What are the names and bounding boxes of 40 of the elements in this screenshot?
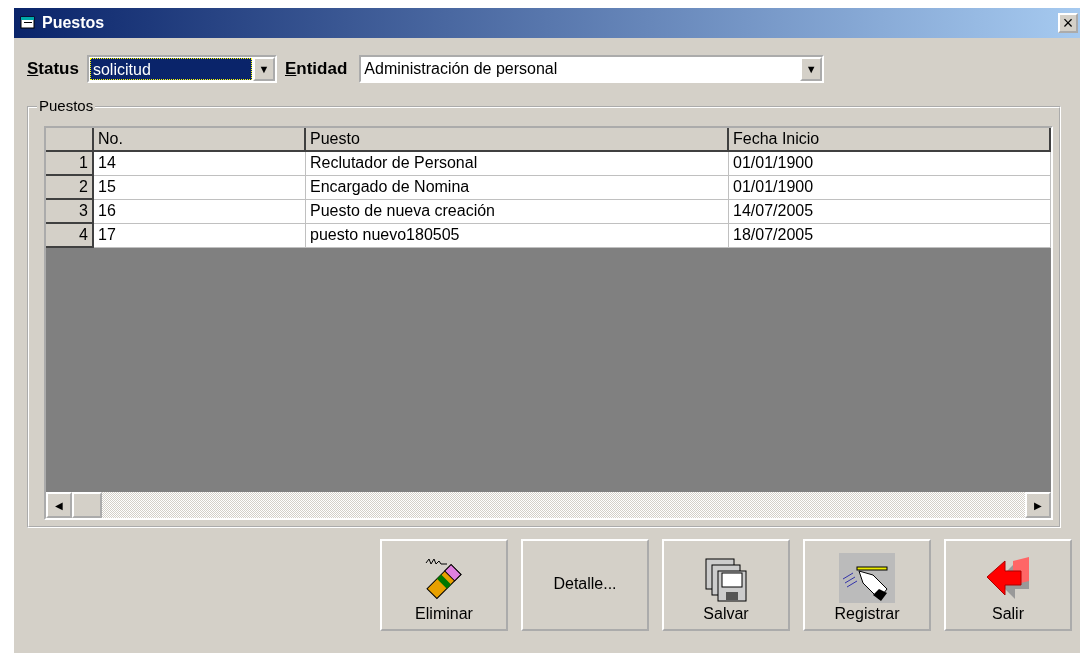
scroll-thumb[interactable] xyxy=(72,492,102,518)
column-header[interactable]: No. xyxy=(94,128,306,152)
table-cell: puesto nuevo180505 xyxy=(306,224,729,248)
horizontal-scrollbar[interactable]: ◀ ▶ xyxy=(46,492,1051,518)
column-header[interactable]: Fecha Inicio xyxy=(729,128,1051,152)
toolbar-button[interactable]: Salir xyxy=(944,539,1072,631)
hand-pen-icon xyxy=(839,553,895,603)
table-cell: Reclutador de Personal xyxy=(306,152,729,176)
row-header[interactable]: 2 xyxy=(46,176,94,200)
table-cell: 14 xyxy=(94,152,306,176)
dropdown-button[interactable]: ▼ xyxy=(800,57,823,81)
window-icon xyxy=(20,16,36,30)
floppy-disks-icon xyxy=(704,557,748,603)
table-cell: 01/01/1900 xyxy=(729,176,1051,200)
scroll-left-button[interactable]: ◀ xyxy=(46,492,72,518)
table-cell: 16 xyxy=(94,200,306,224)
column-header[interactable]: Puesto xyxy=(306,128,729,152)
table-cell: 18/07/2005 xyxy=(729,224,1051,248)
filter-label: Entidad xyxy=(284,59,348,79)
window-title: Puestos xyxy=(42,14,105,32)
row-header[interactable]: 4 xyxy=(46,224,94,248)
table-cell: 01/01/1900 xyxy=(729,152,1051,176)
toolbar-button[interactable]: Detalle... xyxy=(521,539,649,631)
dropdown-field[interactable]: solicitud ▼ xyxy=(86,55,277,83)
toolbar-button[interactable]: Eliminar xyxy=(380,539,508,631)
filter-label: Status xyxy=(27,59,79,79)
table-cell: 17 xyxy=(94,224,306,248)
row-header[interactable]: 1 xyxy=(46,152,94,176)
dropdown-button[interactable]: ▼ xyxy=(252,57,275,81)
table-cell: Encargado de Nomina xyxy=(306,176,729,200)
corner-header xyxy=(46,128,94,152)
table-cell: Puesto de nueva creación xyxy=(306,200,729,224)
dropdown-field[interactable]: Administración de personal ▼ xyxy=(359,55,825,83)
table-cell: 14/07/2005 xyxy=(729,200,1051,224)
scroll-right-button[interactable]: ▶ xyxy=(1025,492,1051,518)
row-header[interactable]: 3 xyxy=(46,200,94,224)
table-cell: 15 xyxy=(94,176,306,200)
toolbar-button[interactable]: Salvar xyxy=(662,539,790,631)
toolbar-button[interactable]: Registrar xyxy=(803,539,931,631)
close-button[interactable]: × xyxy=(1058,13,1078,33)
